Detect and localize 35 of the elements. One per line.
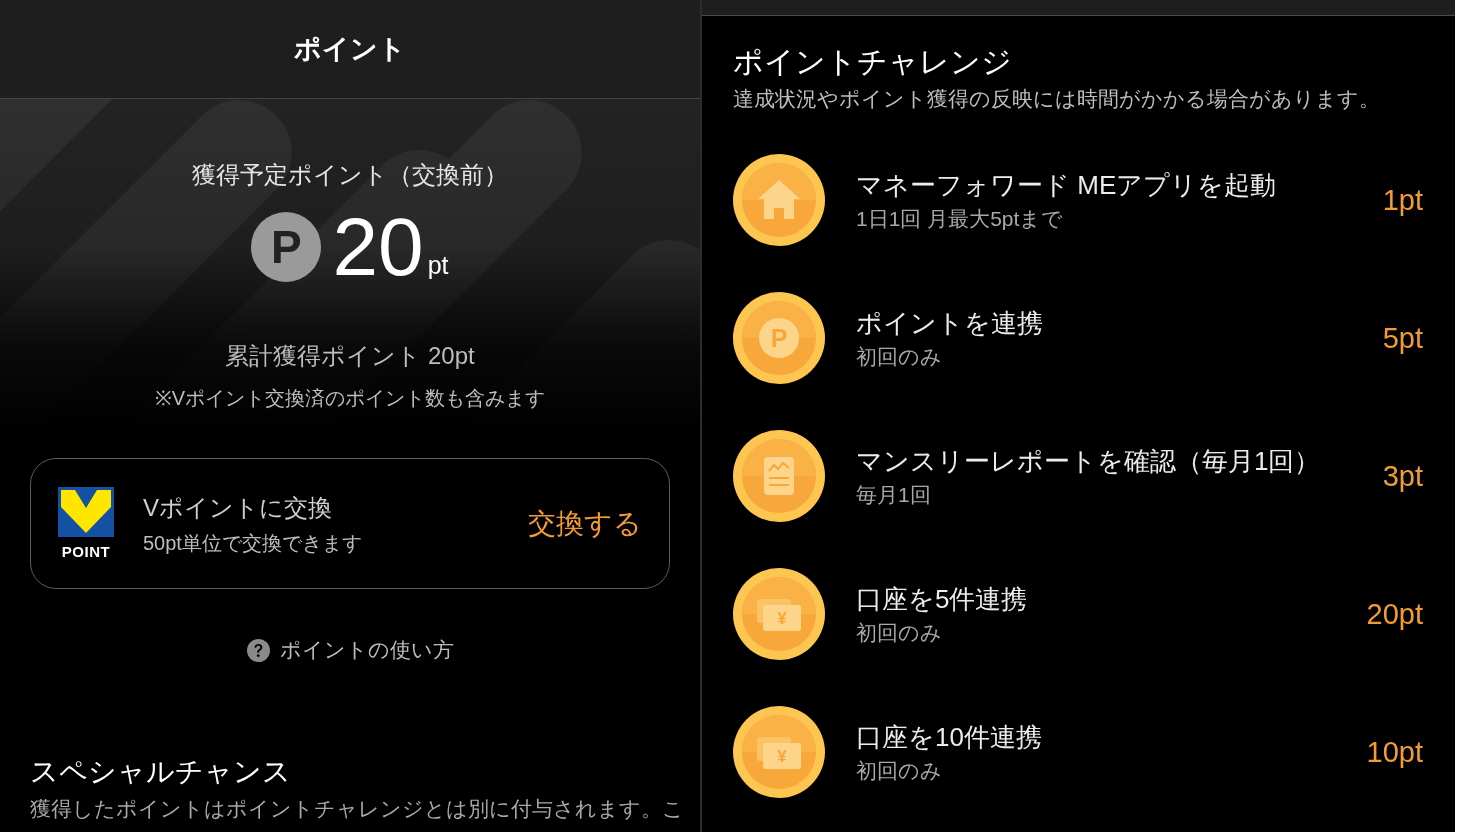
challenge-name: 口座を5件連携 (856, 582, 1029, 616)
challenge-condition: 初回のみ (856, 619, 943, 646)
points-unit: pt (427, 250, 449, 280)
challenge-subtitle: 達成状況やポイント獲得の反映には時間がかかる場合があります。 (733, 86, 1381, 112)
challenge-condition: 1日1回 月最大5ptまで (856, 205, 1065, 232)
challenge-points: 3pt (1382, 459, 1423, 494)
expected-points-label: 獲得予定ポイント（交換前） (192, 160, 508, 190)
exchange-button[interactable]: 交換する (528, 505, 642, 542)
challenge-condition: 毎月1回 (856, 481, 932, 508)
challenge-title: ポイントチャレンジ (733, 44, 1013, 80)
help-link[interactable]: ポイントの使い方 (246, 636, 454, 664)
challenge-condition: 初回のみ (856, 757, 943, 784)
challenge-name: マネーフォワード MEアプリを起動 (856, 168, 1278, 202)
challenge-points: 5pt (1382, 321, 1423, 356)
points-amount: 20 (332, 212, 424, 282)
challenge-name: マンスリーレポートを確認（毎月1回） (856, 444, 1322, 478)
challenge-points: 1pt (1382, 183, 1423, 218)
section-title: スペシャルチャンス (30, 755, 292, 789)
challenge-points: 10pt (1366, 735, 1423, 770)
total-points-text: 累計獲得ポイント 20pt (225, 341, 475, 371)
challenge-points: 20pt (1366, 597, 1423, 632)
section-description: 獲得したポイントはポイントチャレンジとは別に付与されます。こ (30, 796, 685, 822)
challenge-condition: 初回のみ (856, 343, 943, 370)
challenge-name: ポイントを連携 (856, 306, 1044, 340)
note-text: ※Vポイント交換済のポイント数も含みます (154, 386, 546, 411)
exchange-subtitle: 50pt単位で交換できます (143, 530, 363, 556)
report-coin-icon (733, 430, 825, 522)
page-title: ポイント (294, 32, 406, 66)
exchange-title: Vポイントに交換 (143, 492, 333, 523)
challenge-name: 口座を10件連携 (856, 720, 1043, 754)
p-coin-icon: P (733, 292, 825, 384)
help-icon (246, 638, 270, 662)
yen-cards-coin-icon: ¥ (733, 706, 825, 798)
yen-cards-coin-icon: ¥ (733, 568, 825, 660)
house-coin-icon (733, 154, 825, 246)
